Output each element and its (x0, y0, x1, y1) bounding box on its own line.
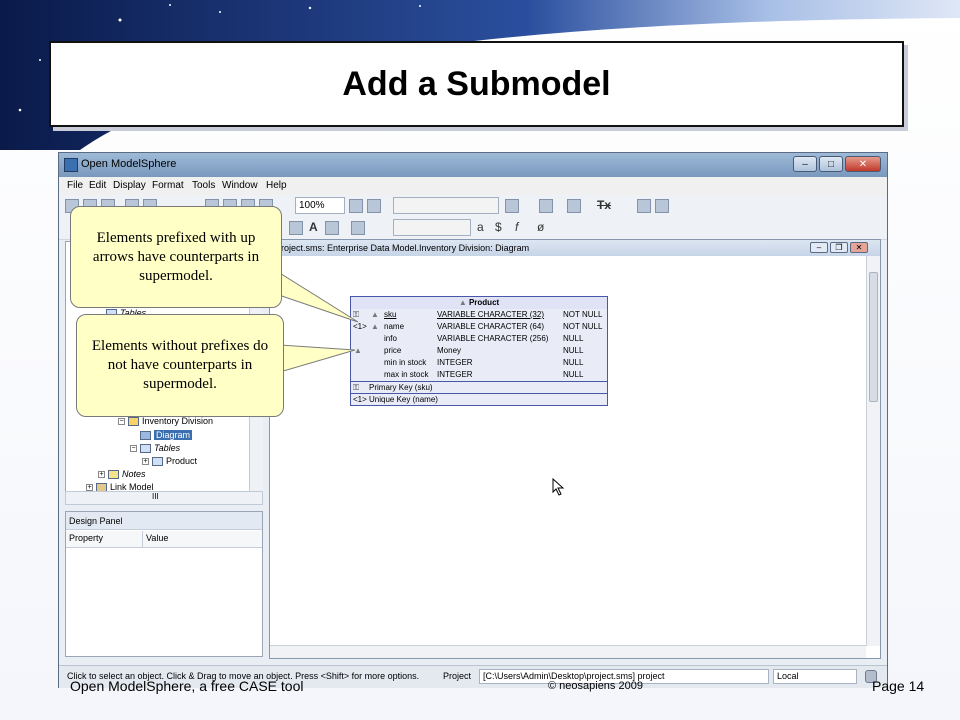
callout2-pointer (279, 344, 356, 373)
footer-center: © neosapiens 2009 (548, 680, 643, 692)
footer-left: Open ModelSphere, a free CASE tool (70, 678, 304, 694)
callout-prefixed: Elements prefixed with up arrows have co… (70, 206, 282, 308)
footer-page: Page 14 (872, 678, 925, 694)
callout-no-prefix: Elements without prefixes do not have co… (76, 314, 284, 417)
